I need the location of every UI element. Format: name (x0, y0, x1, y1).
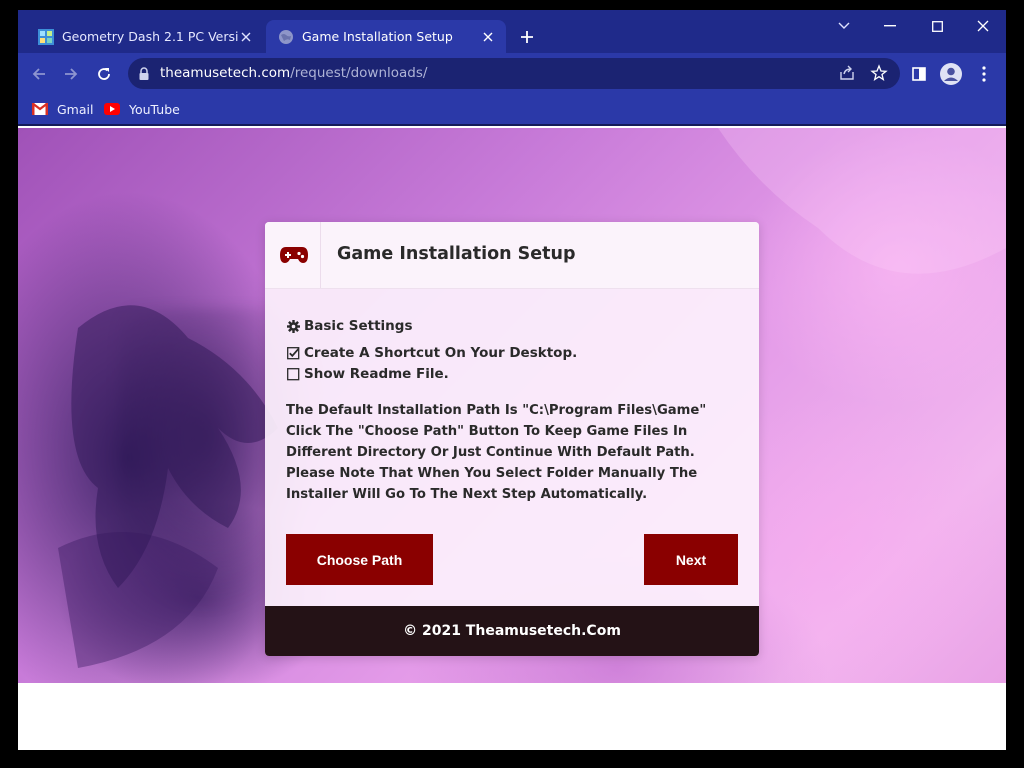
bookmarks-bar: Gmail YouTube (18, 94, 1006, 126)
card-title: Game Installation Setup (337, 244, 576, 264)
gmail-icon (32, 103, 48, 115)
url-text: theamusetech.com/request/downloads/ (160, 65, 427, 81)
card-header: Game Installation Setup (265, 222, 759, 289)
installation-path-description: The Default Installation Path Is "C:\Pro… (286, 403, 707, 502)
next-button[interactable]: Next (644, 534, 738, 585)
more-menu-icon[interactable] (971, 61, 997, 87)
globe-icon (278, 29, 294, 45)
bookmark-gmail[interactable]: Gmail (32, 99, 93, 119)
checkbox-checked-icon[interactable] (286, 346, 300, 360)
installer-card: Game Installation Setup Basic Settings C… (265, 222, 759, 656)
option-readme-label: Show Readme File. (304, 366, 449, 382)
forward-arrow-icon[interactable] (58, 61, 84, 87)
maximize-icon[interactable] (925, 16, 949, 36)
tab-title: Geometry Dash 2.1 PC Version G (62, 29, 238, 44)
side-panel-icon[interactable] (906, 61, 932, 87)
new-tab-plus-icon[interactable] (516, 26, 538, 48)
lock-icon (138, 66, 150, 85)
tab-close-icon[interactable] (238, 29, 254, 45)
address-bar[interactable]: theamusetech.com/request/downloads/ (128, 58, 900, 89)
option-readme[interactable]: Show Readme File. (286, 366, 449, 382)
basic-settings-heading: Basic Settings (286, 318, 413, 334)
section-heading-text: Basic Settings (304, 318, 413, 334)
bookmark-youtube[interactable]: YouTube (104, 99, 180, 119)
gamepad-icon (279, 244, 309, 266)
profile-avatar-icon[interactable] (938, 61, 964, 87)
option-shortcut-label: Create A Shortcut On Your Desktop. (304, 345, 578, 361)
copyright-text: © 2021 Theamusetech.Com (403, 623, 621, 639)
share-icon[interactable] (838, 64, 856, 86)
background-image: Game Installation Setup Basic Settings C… (18, 128, 1006, 683)
bookmark-label: YouTube (129, 101, 180, 117)
url-host: theamusetech.com (160, 65, 291, 81)
card-footer: © 2021 Theamusetech.Com (265, 606, 759, 656)
tab-strip: Geometry Dash 2.1 PC Version G Game Inst… (18, 10, 1006, 53)
tab-geometry-dash[interactable]: Geometry Dash 2.1 PC Version G (26, 20, 264, 53)
browser-window: Geometry Dash 2.1 PC Version G Game Inst… (18, 10, 1006, 750)
youtube-icon (104, 103, 120, 115)
bookmark-star-icon[interactable] (870, 64, 888, 86)
tab-title: Game Installation Setup (302, 29, 453, 44)
geometry-dash-favicon-icon (38, 28, 54, 45)
reload-icon[interactable] (91, 61, 117, 87)
bookmark-label: Gmail (57, 101, 94, 117)
close-window-icon[interactable] (971, 16, 995, 36)
page-content: Game Installation Setup Basic Settings C… (18, 128, 1006, 750)
header-divider (320, 222, 321, 288)
choose-path-button[interactable]: Choose Path (286, 534, 433, 585)
checkbox-unchecked-icon[interactable] (286, 367, 300, 381)
url-path: /request/downloads/ (290, 65, 428, 81)
tab-close-icon[interactable] (480, 29, 496, 45)
gear-icon (286, 319, 300, 333)
back-arrow-icon[interactable] (26, 61, 52, 87)
minimize-icon[interactable] (878, 16, 902, 36)
browser-toolbar: theamusetech.com/request/downloads/ (18, 53, 1006, 94)
option-shortcut[interactable]: Create A Shortcut On Your Desktop. (286, 345, 577, 361)
tab-search-chevron-down-icon[interactable] (832, 16, 856, 36)
tab-game-installation-setup[interactable]: Game Installation Setup (266, 20, 506, 53)
